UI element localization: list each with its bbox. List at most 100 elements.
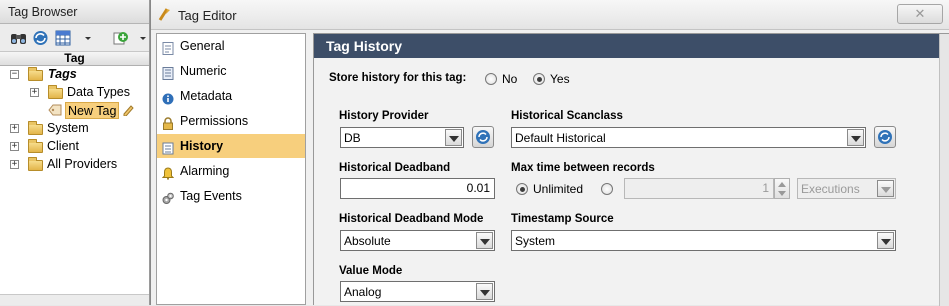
expand-icon[interactable]: + [10,124,19,133]
historical-deadband-label: Historical Deadband [339,162,451,174]
max-time-label: Max time between records [511,162,655,174]
value-mode-select[interactable]: Analog [340,281,495,302]
horizontal-scrollbar[interactable] [0,294,149,305]
tag-column-header[interactable]: Tag [0,52,149,66]
history-provider-label: History Provider [339,110,429,122]
chevron-down-icon [877,232,894,249]
historical-scanclass-browse-button[interactable] [874,126,896,148]
tag-editor-nav: General Numeric Metadata Permissions His… [156,33,306,305]
store-history-no-radio[interactable] [485,73,497,85]
tag-editor-icon [158,7,173,22]
historical-scanclass-value: Default Historical [515,131,606,145]
tag-tree: − Tags + Data Types New Tag + System + C… [0,66,149,286]
folder-icon [28,139,43,153]
refresh-globe-icon [878,130,892,144]
folder-icon [28,121,43,135]
nav-item-label: Metadata [180,89,233,103]
max-time-unit-value: Executions [801,182,860,196]
historical-deadband-input[interactable]: 0.01 [340,178,495,199]
store-history-no-label[interactable]: No [502,72,517,86]
max-time-count-stepper[interactable] [774,178,790,199]
collapse-icon[interactable]: − [10,70,19,79]
folder-icon [48,85,63,99]
tag-browser-panel: Tag Browser Tag − Tags + Data Types New … [0,0,150,305]
tag-browser-toolbar [0,24,149,52]
binoculars-icon[interactable] [10,30,27,46]
chevron-down-icon [877,180,894,197]
document-icon [162,39,174,55]
grid-icon[interactable] [55,30,72,46]
tree-node-label: Data Types [67,85,131,99]
refresh-globe-icon[interactable] [32,30,49,46]
nav-item-label: Numeric [180,64,227,78]
close-icon: ✕ [914,6,926,21]
tree-node-data-types[interactable]: + Data Types [0,84,150,101]
tree-node-new-tag[interactable]: New Tag [0,102,150,119]
tag-editor-titlebar[interactable]: Tag Editor ✕ [151,0,949,30]
max-time-unit-select[interactable]: Executions [797,178,896,199]
folder-open-icon [28,67,43,81]
vertical-scrollbar[interactable] [939,34,949,306]
tree-node-system[interactable]: + System [0,120,150,137]
nav-item-general[interactable]: General [157,34,305,58]
store-history-yes-label[interactable]: Yes [550,72,570,86]
deadband-mode-value: Absolute [344,234,391,248]
history-provider-select[interactable]: DB [340,127,464,148]
add-tag-icon[interactable] [112,30,129,46]
chevron-up-icon[interactable] [778,182,786,187]
limited-radio[interactable] [601,183,613,195]
history-icon [162,139,174,155]
dropdown-arrow-icon[interactable] [83,30,100,46]
edit-pencil-icon [122,104,135,117]
tree-node-label: New Tag [65,102,120,119]
tag-editor-dialog: Tag Editor ✕ General Numeric Metadata Pe… [150,0,949,306]
expand-icon[interactable]: + [30,88,39,97]
historical-scanclass-label: Historical Scanclass [511,110,623,122]
expand-icon[interactable]: + [10,160,19,169]
tree-node-all-providers[interactable]: + All Providers [0,156,150,173]
nav-item-permissions[interactable]: Permissions [157,109,305,133]
nav-item-numeric[interactable]: Numeric [157,59,305,83]
deadband-mode-label: Historical Deadband Mode [339,213,484,225]
panel-header: Tag History [314,34,949,58]
info-icon [162,89,174,105]
tag-icon [48,104,62,116]
tag-editor-title: Tag Editor [178,8,237,23]
nav-item-label: General [180,39,225,53]
max-time-count-input[interactable]: 1 [624,178,774,199]
nav-item-label: History [180,139,224,153]
nav-item-tag-events[interactable]: Tag Events [157,184,305,208]
tag-browser-title: Tag Browser [0,0,149,24]
nav-item-history[interactable]: History [157,134,305,158]
timestamp-source-value: System [515,234,556,248]
value-mode-value: Analog [344,285,382,299]
chevron-down-icon [476,283,493,300]
lock-icon [162,114,174,130]
tree-node-label: All Providers [47,157,118,171]
tree-node-tags[interactable]: − Tags [0,66,150,83]
historical-scanclass-select[interactable]: Default Historical [511,127,866,148]
gears-icon [162,189,174,204]
chevron-down-icon [476,232,493,249]
unlimited-label[interactable]: Unlimited [533,182,583,196]
history-provider-browse-button[interactable] [472,126,494,148]
nav-item-label: Alarming [180,164,230,178]
nav-item-label: Tag Events [180,189,242,203]
deadband-mode-select[interactable]: Absolute [340,230,495,251]
expand-icon[interactable]: + [10,142,19,151]
numeric-icon [162,64,174,80]
folder-icon [28,157,43,171]
chevron-down-icon [847,129,864,146]
unlimited-radio[interactable] [516,183,528,195]
close-button[interactable]: ✕ [897,4,943,24]
timestamp-source-select[interactable]: System [511,230,896,251]
nav-item-alarming[interactable]: Alarming [157,159,305,183]
tree-node-label: System [47,121,89,135]
chevron-down-icon[interactable] [778,191,786,196]
tree-node-label: Client [47,139,79,153]
store-history-yes-radio[interactable] [533,73,545,85]
value-mode-label: Value Mode [339,265,403,277]
tree-node-client[interactable]: + Client [0,138,150,155]
timestamp-source-label: Timestamp Source [511,213,614,225]
nav-item-metadata[interactable]: Metadata [157,84,305,108]
